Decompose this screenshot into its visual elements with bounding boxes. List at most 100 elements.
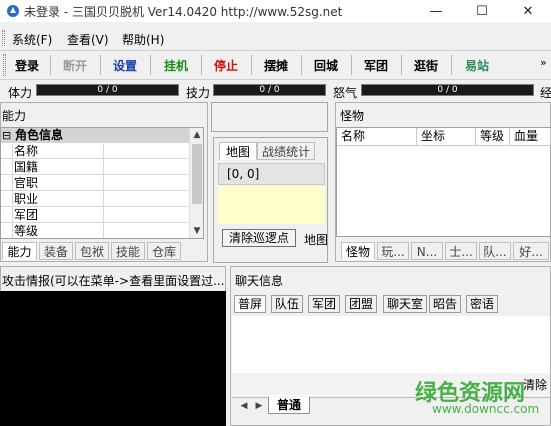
tab-skills[interactable]: 技能 (111, 242, 145, 260)
skill-value: 0 / 0 (259, 85, 280, 95)
info-row-nation[interactable]: 国籍 (1, 160, 203, 175)
info-label: 名称 (14, 144, 39, 158)
ability-header: 能力 (2, 109, 27, 123)
info-row-legion[interactable]: 军团 (1, 208, 203, 223)
tab-map[interactable]: 地图 (219, 142, 257, 160)
rage-value: 0 / 0 (437, 85, 458, 95)
stall-button[interactable]: 摆摊 (264, 57, 288, 74)
toolbar-gripper (3, 54, 6, 76)
toolbar-separator (150, 55, 151, 75)
scroll-up-icon[interactable]: ▲ (190, 128, 203, 142)
info-scrollbar[interactable]: ▲ ▼ (189, 128, 203, 238)
info-row-level[interactable]: 等级 (1, 224, 203, 238)
col-header-hp[interactable]: 血量 (510, 128, 551, 145)
info-row-rank[interactable]: 官职 (1, 176, 203, 191)
settings-button[interactable]: 设置 (113, 57, 137, 74)
tab-team[interactable]: 队... (479, 242, 511, 260)
stat-label-exp: 经 (540, 86, 551, 100)
chat-channel-team[interactable]: 队伍 (271, 295, 304, 313)
map-cut-label: 地图 (304, 233, 329, 247)
chat-channel-alliance[interactable]: 团盟 (345, 295, 378, 313)
auto-hang-button[interactable]: 挂机 (164, 57, 188, 74)
chat-channel-legion[interactable]: 军团 (308, 295, 341, 313)
tree-column-divider (103, 144, 104, 238)
toolbar-separator (251, 55, 252, 75)
minimize-icon: — (429, 3, 443, 19)
tab-ability[interactable]: 能力 (2, 242, 37, 260)
skill-bar: 0 / 0 (213, 84, 326, 96)
tab-npcs[interactable]: N... (411, 242, 443, 260)
toolbar-separator (401, 55, 402, 75)
info-row-job[interactable]: 职业 (1, 192, 203, 207)
toolbar-separator (50, 55, 51, 75)
stroll-button[interactable]: 逛街 (414, 57, 438, 74)
sheet-next-icon[interactable]: ▶ (252, 399, 266, 413)
map-top-strip (211, 102, 328, 132)
maximize-button[interactable]: ☐ (459, 0, 505, 22)
hp-value: 0 / 0 (97, 85, 118, 95)
coords-text: [0, 0] (227, 167, 260, 181)
info-label: 军团 (14, 208, 39, 222)
chat-channel-room[interactable]: 聊天室 (383, 295, 428, 313)
tab-players[interactable]: 玩... (377, 242, 409, 260)
menu-system[interactable]: 系统(F) (12, 31, 52, 48)
tab-battle-stats[interactable]: 战绩统计 (257, 142, 315, 160)
character-info-tree[interactable]: ⊟ 角色信息 名称 国籍 官职 职业 军团 等级 ▲ ▼ (0, 127, 204, 239)
login-button[interactable]: 登录 (15, 57, 39, 74)
watermark-url: www.downcc.com (432, 402, 540, 416)
info-label: 国籍 (14, 160, 39, 174)
hp-bar: 0 / 0 (36, 84, 179, 96)
tab-soldiers[interactable]: 士... (445, 242, 477, 260)
sheet-prev-icon[interactable]: ◀ (237, 399, 251, 413)
scroll-thumb[interactable] (192, 144, 202, 204)
sheet-tab-normal[interactable]: 普通 (268, 397, 311, 414)
toolbar-separator (451, 55, 452, 75)
col-header-level[interactable]: 等级 (476, 128, 510, 145)
tab-equipment[interactable]: 装备 (39, 242, 73, 260)
chat-channel-whisper[interactable]: 密语 (466, 295, 499, 313)
stop-button[interactable]: 停止 (214, 57, 238, 74)
disconnect-button[interactable]: 断开 (63, 57, 87, 74)
toolbar-separator (100, 55, 101, 75)
attack-log[interactable] (0, 291, 226, 426)
station-button[interactable]: 易站 (465, 57, 489, 74)
close-button[interactable]: ✕ (505, 0, 551, 22)
chat-clear-button[interactable]: 清除 (523, 376, 547, 393)
window-title: 未登录 - 三国贝贝脱机 Ver14.0420 http://www.52sg.… (24, 5, 343, 19)
chat-channel-announce[interactable]: 昭告 (429, 295, 462, 313)
toolbar-separator (201, 55, 202, 75)
clear-patrol-button[interactable]: 清除巡逻点 (222, 229, 296, 247)
tab-warehouse[interactable]: 仓库 (147, 242, 181, 260)
col-header-coords[interactable]: 坐标 (417, 128, 476, 145)
col-header-name[interactable]: 名称 (337, 128, 417, 145)
collapse-icon[interactable]: ⊟ (2, 128, 11, 143)
scroll-down-icon[interactable]: ▼ (190, 224, 203, 238)
stat-label-hp: 体力 (8, 86, 33, 100)
info-row-name[interactable]: 名称 (1, 144, 203, 159)
toolbar-overflow-icon[interactable]: » (540, 56, 547, 69)
tab-monsters[interactable]: 怪物 (341, 242, 375, 260)
app-icon (6, 4, 20, 18)
chat-channel-screen[interactable]: 普屏 (234, 295, 267, 313)
monster-header: 怪物 (340, 109, 365, 123)
minimize-button[interactable]: — (413, 0, 459, 22)
info-label: 等级 (14, 224, 39, 238)
coords-box: [0, 0] (218, 163, 325, 185)
character-info-group-label: 角色信息 (15, 128, 64, 142)
header-divider (337, 145, 551, 146)
stat-label-skill: 技力 (186, 86, 211, 100)
patrol-map-area[interactable] (218, 186, 325, 224)
menu-help[interactable]: 帮助(H) (122, 31, 164, 48)
tab-bag[interactable]: 包袱 (75, 242, 109, 260)
legion-button[interactable]: 军团 (364, 57, 388, 74)
return-city-button[interactable]: 回城 (314, 57, 338, 74)
chat-header: 聊天信息 (235, 274, 284, 288)
stat-label-rage: 怒气 (333, 86, 358, 100)
maximize-icon: ☐ (476, 3, 488, 19)
tree-column-divider (12, 144, 13, 238)
toolbar-separator (351, 55, 352, 75)
character-info-group-row[interactable]: ⊟ 角色信息 (1, 128, 189, 143)
menu-view[interactable]: 查看(V) (67, 31, 109, 48)
close-icon: ✕ (522, 3, 534, 19)
tab-friends[interactable]: 好... (513, 242, 549, 260)
